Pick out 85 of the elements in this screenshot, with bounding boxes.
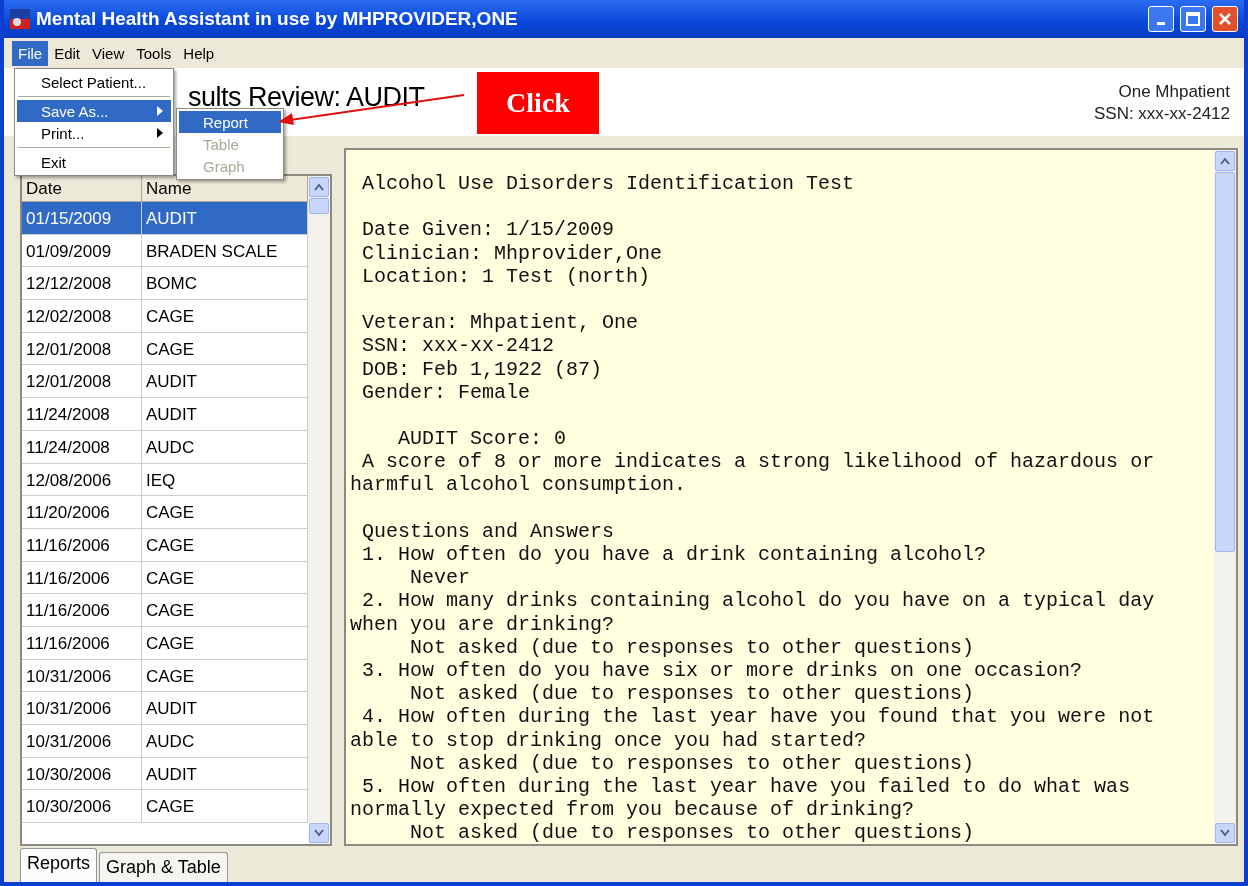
scroll-thumb[interactable]	[309, 198, 329, 214]
column-header[interactable]: Name	[142, 176, 308, 202]
maximize-button[interactable]	[1180, 6, 1206, 32]
report-line: Not asked (due to responses to other questions)	[409, 821, 976, 844]
report-line: 3. How often do you have six or more drinks on one occasion?	[361, 658, 1084, 683]
date-cell[interactable]: 11/16/2006	[22, 594, 142, 627]
report-line: Not asked (due to responses to other questions)	[409, 682, 976, 706]
down-chevron-icon	[1220, 829, 1230, 837]
date-cell[interactable]: 12/08/2006	[22, 463, 142, 497]
report-line: SSN: xxx-xx-2412	[361, 334, 556, 358]
date-cell[interactable]: 10/30/2006	[22, 757, 142, 791]
tab[interactable]: Reports	[20, 848, 98, 882]
tab[interactable]: Graph & Table	[99, 852, 228, 882]
up-chevron-icon	[1220, 157, 1230, 165]
scroll-down-button[interactable]	[309, 823, 329, 843]
report-line: Location: 1 Test (north)	[361, 264, 652, 288]
column-header[interactable]: Date	[22, 176, 142, 202]
submenu-arrow-icon	[157, 128, 163, 138]
date-cell[interactable]: 11/16/2006	[22, 528, 142, 562]
report-line: 2. How many drinks containing alcohol do you have on a typical day	[361, 589, 1156, 613]
report-line: 1. How often do you have a drink containing alcohol?	[361, 543, 988, 567]
page-heading: sults Review: AUDIT	[188, 82, 425, 113]
report-line: harmful alcohol consumption.	[350, 473, 688, 497]
report-line: AUDIT Score: 0	[397, 427, 568, 451]
date-cell[interactable]: 11/24/2008	[22, 398, 142, 431]
date-cell[interactable]: 11/20/2006	[22, 496, 142, 529]
menu-item[interactable]: Edit	[48, 40, 87, 66]
patient-name: One Mhpatient	[1117, 82, 1230, 102]
name-cell[interactable]: AUDIT	[142, 202, 308, 235]
menu-item[interactable]: Exit	[17, 151, 171, 173]
maximize-icon	[1186, 12, 1200, 26]
submenu-arrow-icon	[157, 106, 163, 116]
report-line: Clinician: Mhprovider,One	[361, 241, 664, 265]
report-line: Gender: Female	[361, 380, 532, 404]
menu-item[interactable]: File	[12, 40, 49, 66]
scroll-up-button[interactable]	[309, 177, 329, 197]
minimize-icon	[1157, 22, 1165, 25]
report-line: Not asked (due to responses to other questions)	[409, 751, 976, 775]
minimize-button[interactable]	[1148, 6, 1174, 32]
date-cell[interactable]: 10/30/2006	[22, 790, 142, 824]
menu-item[interactable]: Select Patient...	[17, 71, 171, 93]
report-line: Date Given: 1/15/2009	[361, 218, 616, 242]
menu-item[interactable]: Tools	[130, 40, 178, 66]
patient-ssn: SSN: xxx-xx-2412	[1093, 104, 1230, 124]
scroll-thumb[interactable]	[1215, 172, 1235, 552]
date-cell[interactable]: 01/15/2009	[22, 202, 142, 235]
app-icon	[10, 9, 30, 29]
report-line: Questions and Answers	[361, 519, 616, 543]
report-line: DOB: Feb 1,1922 (87)	[361, 357, 604, 381]
date-cell[interactable]: 12/01/2008	[22, 332, 142, 366]
date-cell[interactable]: 11/16/2006	[22, 626, 142, 660]
scroll-up-button[interactable]	[1215, 151, 1235, 171]
report-line: Not asked (due to responses to other questions)	[409, 635, 976, 659]
down-chevron-icon	[314, 829, 324, 837]
report-line: Never	[409, 566, 472, 590]
date-cell[interactable]: 12/01/2008	[22, 365, 142, 399]
report-line: Veteran: Mhpatient, One	[361, 311, 640, 335]
menu-item[interactable]: Print...	[17, 122, 171, 144]
menu-item[interactable]: View	[86, 40, 131, 66]
scrollbar[interactable]	[308, 176, 330, 844]
date-cell[interactable]: 11/16/2006	[22, 561, 142, 595]
date-cell[interactable]: 12/12/2008	[22, 267, 142, 301]
menu-item[interactable]: Help	[177, 40, 221, 66]
date-cell[interactable]: 10/31/2006	[22, 659, 142, 693]
scrollbar[interactable]	[1214, 150, 1236, 844]
report-line: 4. How often during the last year have you found that you were not	[361, 705, 1156, 729]
report-line: able to stop drinking once you had started?	[350, 728, 868, 752]
date-cell[interactable]: 11/24/2008	[22, 430, 142, 464]
menu-item[interactable]: Report	[179, 111, 281, 133]
window-title: Mental Health Assistant in use by MHPROVIDER,ONE	[36, 8, 519, 30]
report-line: 5. How often during the last year have you failed to do what was	[361, 774, 1132, 799]
report-line: normally expected from you because of drinking?	[350, 798, 916, 822]
date-cell[interactable]: 10/31/2006	[22, 725, 142, 758]
click-callout: Click	[477, 72, 599, 134]
date-cell[interactable]: 10/31/2006	[22, 692, 142, 725]
close-icon	[1218, 12, 1232, 26]
report-line: A score of 8 or more indicates a strong likelihood of hazardous or	[361, 450, 1156, 474]
scroll-down-button[interactable]	[1215, 823, 1235, 843]
menu-item[interactable]: Save As...	[17, 100, 171, 122]
date-cell[interactable]: 01/09/2009	[22, 234, 142, 268]
up-chevron-icon	[314, 183, 324, 191]
close-button[interactable]	[1212, 6, 1238, 32]
report-line: when you are drinking?	[350, 612, 616, 636]
report-line: Alcohol Use Disorders Identification Test	[361, 172, 856, 196]
date-cell[interactable]: 12/02/2008	[22, 300, 142, 333]
